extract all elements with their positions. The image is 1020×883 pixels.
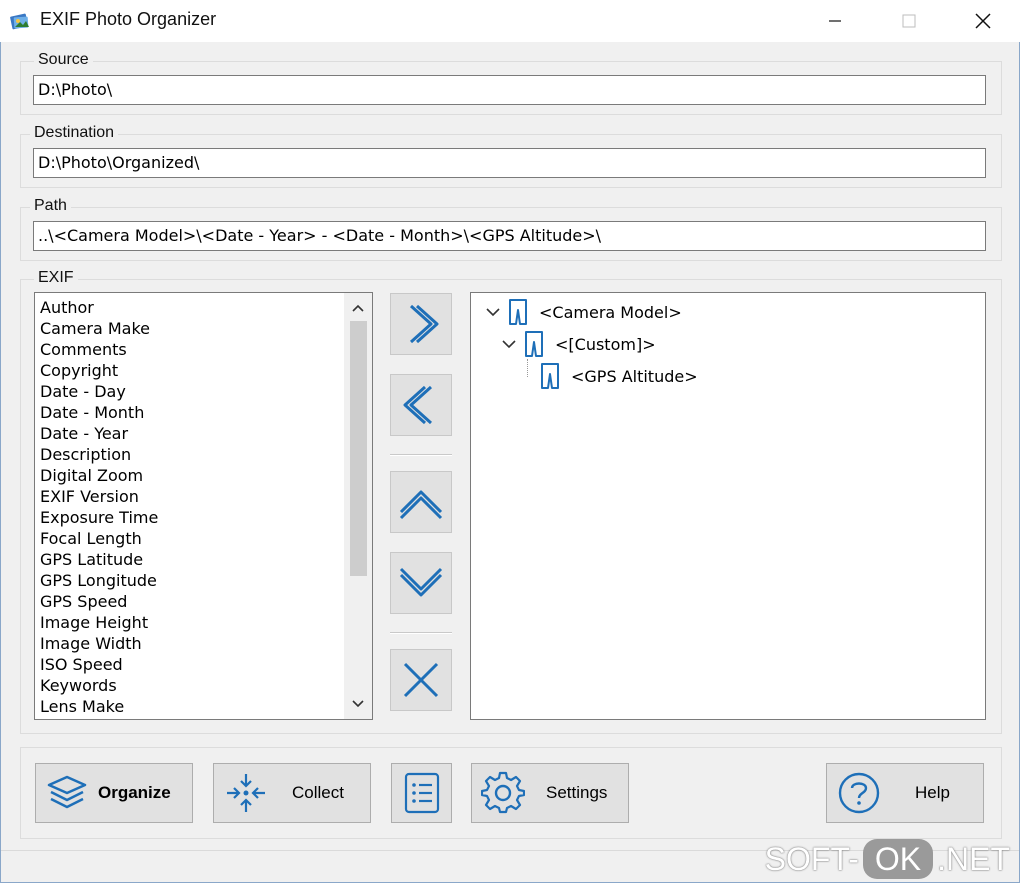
organize-button[interactable]: Organize	[35, 763, 193, 823]
exif-field-list[interactable]: Author Camera Make Comments Copyright Da…	[34, 292, 373, 720]
folder-icon	[535, 362, 565, 390]
tree-node[interactable]: <[Custom]>	[499, 329, 656, 359]
list-item[interactable]: Exposure Time	[35, 507, 345, 528]
separator	[390, 454, 452, 456]
app-icon	[8, 9, 32, 33]
source-label: Source	[34, 51, 93, 69]
expand-chevron-icon[interactable]	[499, 339, 519, 349]
folder-icon	[503, 298, 533, 326]
list-item[interactable]: Date - Day	[35, 381, 345, 402]
remove-field-button[interactable]	[390, 374, 452, 436]
separator	[390, 632, 452, 634]
list-item[interactable]: Lens Make	[35, 696, 345, 717]
tree-node[interactable]: <Camera Model>	[483, 297, 682, 327]
watermark-right: .NET	[937, 840, 1010, 877]
collect-button[interactable]: Collect	[213, 763, 371, 823]
scroll-down-icon	[352, 700, 364, 708]
path-input[interactable]: ..\<Camera Model>\<Date - Year> - <Date …	[33, 221, 986, 251]
chevron-right-icon	[409, 304, 439, 344]
list-item[interactable]: Camera Make	[35, 318, 345, 339]
collect-icon	[214, 770, 278, 816]
organize-label: Organize	[98, 783, 171, 802]
maximize-icon	[902, 14, 916, 28]
list-item[interactable]: Copyright	[35, 360, 345, 381]
minimize-button[interactable]	[798, 0, 872, 42]
watermark: SOFT- OK .NET	[765, 836, 1010, 882]
list-item[interactable]: Keywords	[35, 675, 345, 696]
watermark-left: SOFT-	[764, 840, 859, 877]
list-item[interactable]: Description	[35, 444, 345, 465]
expand-chevron-icon[interactable]	[483, 307, 503, 317]
close-icon	[975, 13, 991, 29]
scroll-down-button[interactable]	[344, 691, 372, 717]
list-button[interactable]	[391, 763, 452, 823]
list-item[interactable]: GPS Latitude	[35, 549, 345, 570]
help-label: Help	[915, 783, 950, 802]
tree-node-label: <GPS Altitude>	[571, 366, 698, 386]
list-item[interactable]: Focal Length	[35, 528, 345, 549]
help-button[interactable]: Help	[826, 763, 984, 823]
list-item[interactable]: Date - Year	[35, 423, 345, 444]
list-icon	[404, 772, 440, 814]
list-item[interactable]: GPS Speed	[35, 591, 345, 612]
delete-node-button[interactable]	[390, 649, 452, 711]
watermark-pill: OK	[862, 839, 934, 879]
move-up-button[interactable]	[390, 471, 452, 533]
add-field-button[interactable]	[390, 293, 452, 355]
help-icon	[827, 771, 891, 815]
path-label: Path	[30, 197, 71, 215]
tree-node-label: <Camera Model>	[539, 302, 682, 322]
folder-icon	[519, 330, 549, 358]
delete-icon	[403, 662, 439, 698]
scroll-thumb[interactable]	[350, 321, 367, 576]
close-button[interactable]	[946, 0, 1020, 42]
destination-input[interactable]: D:\Photo\Organized\	[33, 148, 986, 178]
source-input[interactable]: D:\Photo\	[33, 75, 986, 105]
list-item[interactable]: Digital Zoom	[35, 465, 345, 486]
tree-node[interactable]: <GPS Altitude>	[515, 361, 698, 391]
list-item[interactable]: Comments	[35, 339, 345, 360]
chevron-up-icon	[399, 490, 443, 520]
maximize-button[interactable]	[872, 0, 946, 42]
scroll-up-icon	[352, 304, 364, 312]
gear-icon	[472, 771, 534, 815]
settings-button[interactable]: Settings	[471, 763, 629, 823]
list-item[interactable]: Image Width	[35, 633, 345, 654]
vertical-scrollbar[interactable]	[344, 293, 372, 719]
chevron-left-icon	[403, 385, 433, 425]
list-item[interactable]: ISO Speed	[35, 654, 345, 675]
title-bar: EXIF Photo Organizer	[0, 0, 1020, 42]
exif-items: Author Camera Make Comments Copyright Da…	[35, 297, 345, 717]
minimize-icon	[829, 20, 841, 22]
list-item[interactable]: GPS Longitude	[35, 570, 345, 591]
layers-icon	[36, 773, 98, 813]
list-item[interactable]: Date - Month	[35, 402, 345, 423]
tree-node-label: <[Custom]>	[555, 334, 656, 354]
list-item[interactable]: Image Height	[35, 612, 345, 633]
chevron-down-icon	[399, 567, 443, 597]
list-item[interactable]: EXIF Version	[35, 486, 345, 507]
window-title: EXIF Photo Organizer	[40, 9, 217, 29]
scroll-up-button[interactable]	[344, 295, 372, 321]
move-down-button[interactable]	[390, 552, 452, 614]
exif-label: EXIF	[34, 269, 78, 287]
list-item[interactable]: Author	[35, 297, 345, 318]
destination-label: Destination	[30, 124, 119, 142]
collect-label: Collect	[292, 783, 344, 802]
path-tree[interactable]: <Camera Model> <[Custom]> <GPS Altitude>	[470, 292, 986, 720]
settings-label: Settings	[546, 783, 608, 802]
